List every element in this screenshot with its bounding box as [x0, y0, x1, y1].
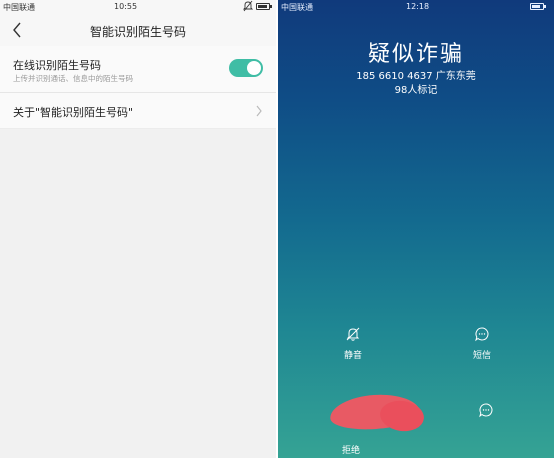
status-bar: 中国联通 12:18: [278, 0, 554, 14]
navigation-bar: 智能识别陌生号码: [0, 14, 276, 46]
online-identify-toggle[interactable]: [229, 59, 263, 77]
bell-off-icon: [346, 327, 360, 341]
mute-label: 静音: [343, 351, 362, 361]
caller-mark-count: 98人标记: [394, 85, 438, 96]
sms-label: 短信: [472, 351, 491, 361]
reply-message-button[interactable]: [476, 402, 496, 418]
page-title: 智能识别陌生号码: [89, 25, 186, 39]
decline-button[interactable]: 拒绝: [328, 391, 426, 456]
mute-button[interactable]: 静音: [333, 326, 373, 361]
message-bubble-icon: [479, 403, 493, 418]
caller-number-location: 185 6610 4637 广东东莞: [356, 71, 476, 82]
online-identify-row[interactable]: 在线识别陌生号码 上传并识别通话、信息中的陌生号码: [0, 46, 276, 93]
about-row[interactable]: 关于"智能识别陌生号码": [0, 93, 276, 129]
carrier-label: 中国联通: [3, 3, 35, 12]
battery-icon: [256, 3, 272, 10]
status-bar: 中国联通 10:55: [0, 0, 276, 14]
message-bubble-icon: [475, 327, 489, 342]
chevron-right-icon: [256, 105, 262, 117]
caller-tag: 疑似诈骗: [367, 42, 464, 67]
status-time: 10:55: [114, 2, 138, 11]
about-title: 关于"智能识别陌生号码": [13, 106, 134, 119]
battery-icon: [530, 3, 546, 10]
incoming-call-screen: 中国联通 12:18 疑似诈骗 185 6610 4637 广东东莞 98人标记…: [278, 0, 554, 458]
decline-label: 拒绝: [341, 446, 360, 456]
settings-list: 在线识别陌生号码 上传并识别通话、信息中的陌生号码 关于"智能识别陌生号码": [0, 46, 276, 129]
decline-handset-shape: [378, 398, 426, 434]
sms-button[interactable]: 短信: [462, 326, 502, 361]
settings-screen: 中国联通 10:55 智能识别陌生号码 在线识别陌生号码 上传并识别通话、信息中…: [0, 0, 276, 458]
status-time: 12:18: [406, 2, 430, 11]
online-identify-subtitle: 上传并识别通话、信息中的陌生号码: [13, 74, 133, 83]
alarm-off-icon: [242, 0, 254, 14]
carrier-label: 中国联通: [281, 3, 313, 12]
toggle-knob: [247, 61, 261, 75]
online-identify-title: 在线识别陌生号码: [13, 59, 101, 72]
